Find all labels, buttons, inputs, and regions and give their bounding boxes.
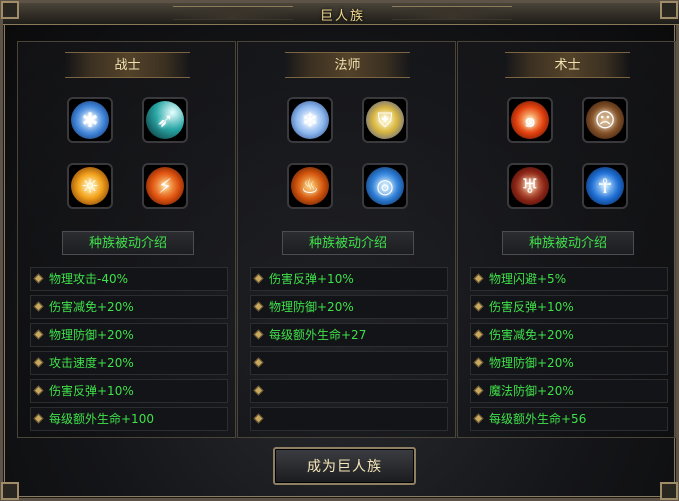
- berserker-roar-icon[interactable]: ☹: [582, 97, 628, 143]
- stat-row: 物理闪避+5%: [470, 267, 668, 291]
- passive-intro-button[interactable]: 种族被动介绍: [282, 231, 414, 255]
- diamond-bullet-icon: [33, 329, 44, 340]
- energy-beam-icon[interactable]: ➶: [142, 97, 188, 143]
- diamond-bullet-icon: [473, 385, 484, 396]
- class-title: 法师: [285, 52, 410, 78]
- diamond-bullet-icon: [473, 329, 484, 340]
- corner-ornament: [660, 1, 678, 19]
- class-column-warrior: 战士 ✱ ➶ ☼ ⚡ 种族被动介绍 物理攻击-40% 伤害减免+20% 物理防御…: [17, 41, 236, 438]
- stat-row: 物理攻击-40%: [30, 267, 228, 291]
- window-title: 巨人族: [319, 9, 365, 24]
- class-title: 术士: [505, 52, 630, 78]
- stat-row: 伤害反弹+10%: [470, 295, 668, 319]
- stat-row: 物理防御+20%: [470, 351, 668, 375]
- diamond-bullet-icon: [33, 413, 44, 424]
- diamond-bullet-icon: [473, 413, 484, 424]
- stat-row: [250, 351, 448, 375]
- ice-burst-icon[interactable]: ✱: [67, 97, 113, 143]
- stat-row: [250, 379, 448, 403]
- stat-row: 物理防御+20%: [250, 295, 448, 319]
- demon-armor-icon[interactable]: ♅: [507, 163, 553, 209]
- passive-intro-button[interactable]: 种族被动介绍: [502, 231, 634, 255]
- flame-swirl-icon[interactable]: ๑: [507, 97, 553, 143]
- race-panel: 巨人族 战士 ✱ ➶ ☼ ⚡ 种族被动介绍 物理攻击-40% 伤害减免+20% …: [0, 0, 679, 501]
- ice-shards-icon[interactable]: ❄: [287, 97, 333, 143]
- diamond-bullet-icon: [253, 413, 264, 424]
- fire-runner-icon[interactable]: ⚡: [142, 163, 188, 209]
- class-column-warlock: 术士 ๑ ☹ ♅ ☥ 种族被动介绍 物理闪避+5% 伤害反弹+10% 伤害减免+…: [457, 41, 676, 438]
- diamond-bullet-icon: [33, 273, 44, 284]
- stat-row: 每级额外生命+100: [30, 407, 228, 431]
- class-title: 战士: [65, 52, 190, 78]
- diamond-bullet-icon: [33, 301, 44, 312]
- stat-row: 物理防御+20%: [30, 323, 228, 347]
- passive-intro-button[interactable]: 种族被动介绍: [62, 231, 194, 255]
- fire-warrior-icon[interactable]: ♨: [287, 163, 333, 209]
- corner-ornament: [660, 482, 678, 500]
- diamond-bullet-icon: [473, 357, 484, 368]
- diamond-bullet-icon: [253, 301, 264, 312]
- stat-row: 每级额外生命+56: [470, 407, 668, 431]
- stat-row: 魔法防御+20%: [470, 379, 668, 403]
- diamond-bullet-icon: [33, 357, 44, 368]
- corner-ornament: [1, 1, 19, 19]
- class-column-mage: 法师 ❄ ⛨ ♨ ◎ 种族被动介绍 伤害反弹+10% 物理防御+20% 每级额外…: [237, 41, 456, 438]
- diamond-bullet-icon: [473, 273, 484, 284]
- water-spirit-icon[interactable]: ☥: [582, 163, 628, 209]
- diamond-bullet-icon: [253, 385, 264, 396]
- blue-vortex-icon[interactable]: ◎: [362, 163, 408, 209]
- diamond-bullet-icon: [473, 301, 484, 312]
- stat-row: 伤害反弹+10%: [250, 267, 448, 291]
- stat-row: 攻击速度+20%: [30, 351, 228, 375]
- title-bar: 巨人族: [3, 3, 679, 25]
- stat-row: [250, 407, 448, 431]
- stat-row: 伤害反弹+10%: [30, 379, 228, 403]
- become-giant-race-button[interactable]: 成为巨人族: [273, 447, 416, 485]
- holy-shield-icon[interactable]: ⛨: [362, 97, 408, 143]
- fire-tornado-icon[interactable]: ☼: [67, 163, 113, 209]
- diamond-bullet-icon: [253, 329, 264, 340]
- diamond-bullet-icon: [33, 385, 44, 396]
- corner-ornament: [1, 482, 19, 500]
- stat-row: 每级额外生命+27: [250, 323, 448, 347]
- stat-row: 伤害减免+20%: [470, 323, 668, 347]
- stat-row: 伤害减免+20%: [30, 295, 228, 319]
- diamond-bullet-icon: [253, 273, 264, 284]
- diamond-bullet-icon: [253, 357, 264, 368]
